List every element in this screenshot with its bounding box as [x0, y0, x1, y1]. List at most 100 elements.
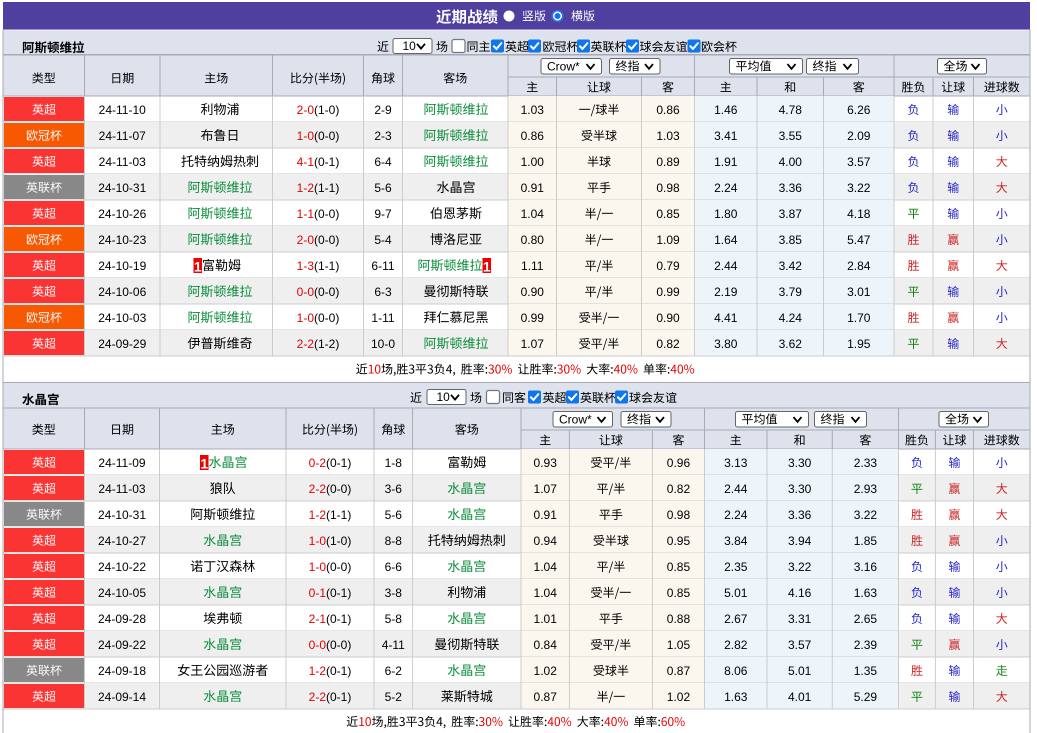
svg-text:2-3: 2-3 — [374, 129, 392, 143]
svg-text:3.55: 3.55 — [779, 129, 803, 143]
svg-text:0.80: 0.80 — [521, 233, 545, 247]
svg-text:1.04: 1.04 — [521, 207, 545, 221]
svg-text:1.35: 1.35 — [854, 664, 878, 678]
svg-text:2.19: 2.19 — [714, 285, 738, 299]
svg-text:1: 1 — [200, 456, 208, 472]
svg-text:4.18: 4.18 — [847, 207, 871, 221]
svg-text:0.87: 0.87 — [534, 690, 558, 704]
svg-text:2.93: 2.93 — [854, 482, 878, 496]
svg-text:24-10-22: 24-10-22 — [98, 560, 146, 574]
svg-text:4.16: 4.16 — [788, 586, 812, 600]
svg-text:24-09-18: 24-09-18 — [98, 664, 146, 678]
svg-text:24-10-27: 24-10-27 — [98, 534, 146, 548]
svg-text:1.91: 1.91 — [714, 155, 738, 169]
svg-text:4.41: 4.41 — [714, 311, 738, 325]
svg-text:5.01: 5.01 — [788, 664, 812, 678]
svg-text:5-6: 5-6 — [385, 508, 403, 522]
svg-text:24-11-03: 24-11-03 — [98, 482, 145, 496]
svg-text:1.63: 1.63 — [724, 690, 748, 704]
svg-text:2.39: 2.39 — [854, 638, 878, 652]
svg-text:0.91: 0.91 — [521, 181, 545, 195]
svg-text:10: 10 — [437, 390, 451, 404]
svg-text:1.03: 1.03 — [656, 129, 680, 143]
svg-text:1.11: 1.11 — [521, 259, 544, 273]
svg-text:2.67: 2.67 — [724, 612, 748, 626]
svg-text:1.70: 1.70 — [847, 311, 871, 325]
svg-text:2.24: 2.24 — [714, 181, 738, 195]
svg-text:3.57: 3.57 — [788, 638, 812, 652]
svg-text:1-0(1-0): 1-0(1-0) — [309, 534, 352, 548]
svg-text:0.93: 0.93 — [534, 456, 558, 470]
svg-text:1.03: 1.03 — [521, 103, 545, 117]
svg-text:1: 1 — [194, 259, 202, 275]
svg-text:0.99: 0.99 — [521, 311, 545, 325]
svg-text:24-10-03: 24-10-03 — [98, 311, 146, 325]
svg-text:1-2(1-1): 1-2(1-1) — [309, 508, 352, 522]
svg-text:3.36: 3.36 — [788, 508, 812, 522]
svg-text:0.89: 0.89 — [656, 155, 680, 169]
svg-text:6-6: 6-6 — [385, 560, 403, 574]
svg-text:24-09-28: 24-09-28 — [98, 612, 146, 626]
svg-text:3.87: 3.87 — [779, 207, 803, 221]
svg-text:0.98: 0.98 — [656, 181, 680, 195]
svg-text:0.79: 0.79 — [656, 259, 680, 273]
svg-text:8-8: 8-8 — [385, 534, 403, 548]
svg-text:0.86: 0.86 — [656, 103, 680, 117]
svg-text:24-09-14: 24-09-14 — [98, 690, 146, 704]
svg-text:3.41: 3.41 — [714, 129, 738, 143]
svg-text:8.06: 8.06 — [724, 664, 748, 678]
svg-text:2.65: 2.65 — [854, 612, 878, 626]
svg-text:24-11-07: 24-11-07 — [99, 129, 146, 143]
svg-text:4-1(0-1): 4-1(0-1) — [297, 155, 340, 169]
svg-text:2-0(0-0): 2-0(0-0) — [297, 233, 340, 247]
svg-text:0.99: 0.99 — [656, 285, 680, 299]
svg-text:1.00: 1.00 — [521, 155, 545, 169]
svg-text:4.78: 4.78 — [779, 103, 803, 117]
svg-text:1-3(1-1): 1-3(1-1) — [297, 259, 340, 273]
svg-text:3.13: 3.13 — [724, 456, 748, 470]
svg-text:6-4: 6-4 — [374, 155, 392, 169]
svg-text:1.09: 1.09 — [656, 233, 680, 247]
svg-text:0.90: 0.90 — [656, 311, 680, 325]
svg-text:3.22: 3.22 — [788, 560, 812, 574]
svg-text:0-0(0-0): 0-0(0-0) — [309, 638, 352, 652]
svg-text:1.63: 1.63 — [854, 586, 878, 600]
svg-text:3.30: 3.30 — [788, 456, 812, 470]
svg-text:6.26: 6.26 — [847, 103, 871, 117]
svg-text:24-09-29: 24-09-29 — [98, 337, 146, 351]
svg-text:3.57: 3.57 — [847, 155, 871, 169]
svg-text:0.85: 0.85 — [667, 560, 691, 574]
svg-text:24-11-10: 24-11-10 — [99, 103, 146, 117]
svg-text:2-2(1-2): 2-2(1-2) — [297, 337, 340, 351]
svg-text:3.84: 3.84 — [724, 534, 748, 548]
svg-text:1.05: 1.05 — [667, 638, 691, 652]
svg-text:Crow*: Crow* — [547, 59, 580, 73]
svg-text:1.04: 1.04 — [534, 586, 558, 600]
svg-text:0-2(0-1): 0-2(0-1) — [309, 456, 352, 470]
svg-text:3-8: 3-8 — [385, 586, 403, 600]
svg-text:2.84: 2.84 — [847, 259, 871, 273]
svg-text:0.98: 0.98 — [667, 508, 691, 522]
svg-text:24-11-09: 24-11-09 — [98, 456, 145, 470]
svg-text:3.79: 3.79 — [779, 285, 803, 299]
svg-text:5.01: 5.01 — [724, 586, 748, 600]
svg-text:3.85: 3.85 — [779, 233, 803, 247]
svg-text:3.01: 3.01 — [847, 285, 871, 299]
svg-text:0.84: 0.84 — [534, 638, 558, 652]
svg-text:1-2(0-1): 1-2(0-1) — [309, 664, 352, 678]
svg-text:0-1(0-1): 0-1(0-1) — [309, 586, 352, 600]
svg-text:1.02: 1.02 — [534, 664, 558, 678]
svg-text:0.88: 0.88 — [667, 612, 691, 626]
svg-text:1.07: 1.07 — [521, 337, 545, 351]
svg-text:1.04: 1.04 — [534, 560, 558, 574]
svg-text:1-11: 1-11 — [371, 311, 394, 325]
svg-text:4.01: 4.01 — [788, 690, 812, 704]
svg-text:1.01: 1.01 — [534, 612, 558, 626]
svg-text:0.82: 0.82 — [656, 337, 680, 351]
svg-text:1-2(1-1): 1-2(1-1) — [297, 181, 340, 195]
svg-text:5-4: 5-4 — [374, 233, 392, 247]
svg-text:2.44: 2.44 — [714, 259, 738, 273]
svg-text:2.44: 2.44 — [724, 482, 748, 496]
svg-text:6-11: 6-11 — [371, 259, 394, 273]
svg-text:2-9: 2-9 — [374, 103, 392, 117]
